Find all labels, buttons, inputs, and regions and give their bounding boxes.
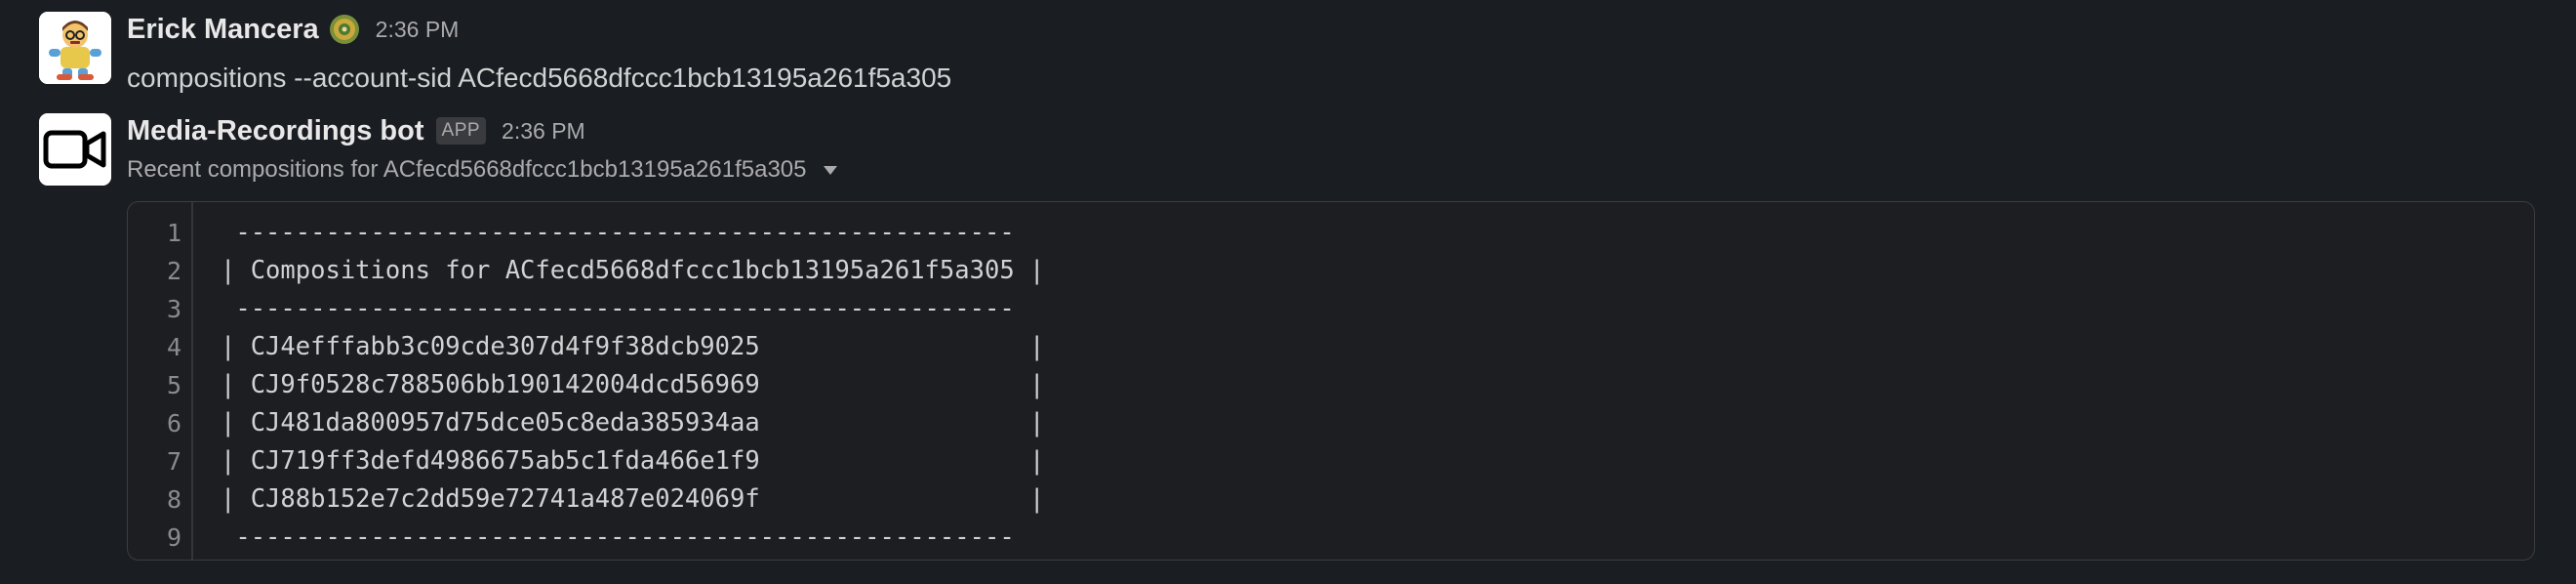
sender-name[interactable]: Erick Mancera bbox=[127, 14, 319, 46]
line-number: 3 bbox=[166, 295, 181, 323]
line-number-gutter: 1 2 3 4 5 6 7 8 9 bbox=[128, 202, 193, 560]
app-badge: APP bbox=[435, 117, 487, 145]
message-body: Media-Recordings bot APP 2:36 PM Recent … bbox=[127, 111, 2537, 184]
message-bot: Media-Recordings bot APP 2:36 PM Recent … bbox=[39, 111, 2576, 199]
attachment-title-text: Recent compositions for ACfecd5668dfccc1… bbox=[127, 156, 807, 183]
sender-name[interactable]: Media-Recordings bot bbox=[127, 115, 424, 147]
cartoon-character-icon bbox=[39, 12, 111, 84]
video-camera-icon bbox=[39, 113, 111, 186]
message-erick: Erick Mancera 2:36 PM compositions --acc… bbox=[39, 10, 2576, 98]
avatar[interactable] bbox=[39, 12, 111, 84]
message-header: Erick Mancera 2:36 PM bbox=[127, 10, 2537, 49]
line-number: 6 bbox=[166, 409, 181, 438]
code-line: | CJ9f0528c788506bb190142004dcd56969 | bbox=[221, 370, 1045, 399]
code-line: ----------------------------------------… bbox=[221, 218, 1015, 247]
code-line: | CJ88b152e7c2dd59e72741a487e024069f | bbox=[221, 484, 1045, 514]
line-number: 5 bbox=[166, 371, 181, 399]
message-body: Erick Mancera 2:36 PM compositions --acc… bbox=[127, 10, 2537, 94]
message-text: compositions --account-sid ACfecd5668dfc… bbox=[127, 63, 952, 93]
code-snippet[interactable]: 1 2 3 4 5 6 7 8 9 ----------------------… bbox=[127, 201, 2535, 561]
code-line: ----------------------------------------… bbox=[221, 294, 1015, 323]
line-number: 2 bbox=[166, 257, 181, 285]
line-number: 8 bbox=[166, 485, 181, 514]
badge-emoji-icon[interactable] bbox=[329, 14, 360, 45]
chevron-down-icon[interactable] bbox=[824, 165, 838, 175]
line-number: 4 bbox=[166, 333, 181, 361]
message-timestamp[interactable]: 2:36 PM bbox=[376, 17, 460, 43]
message-header: Media-Recordings bot APP 2:36 PM bbox=[127, 111, 2537, 150]
code-line: | CJ4efffabb3c09cde307d4f9f38dcb9025 | bbox=[221, 332, 1045, 361]
code-line: | Compositions for ACfecd5668dfccc1bcb13… bbox=[221, 256, 1045, 285]
message-timestamp[interactable]: 2:36 PM bbox=[502, 118, 585, 145]
line-number: 9 bbox=[166, 523, 181, 552]
line-number: 7 bbox=[166, 447, 181, 476]
line-number: 1 bbox=[166, 219, 181, 247]
attachment-title: Recent compositions for ACfecd5668dfccc1… bbox=[127, 156, 2537, 184]
code-line: ----------------------------------------… bbox=[221, 522, 1015, 552]
code-line: | CJ481da800957d75dce05c8eda385934aa | bbox=[221, 408, 1045, 438]
code-line: | CJ719ff3defd4986675ab5c1fda466e1f9 | bbox=[221, 446, 1045, 476]
avatar[interactable] bbox=[39, 113, 111, 186]
